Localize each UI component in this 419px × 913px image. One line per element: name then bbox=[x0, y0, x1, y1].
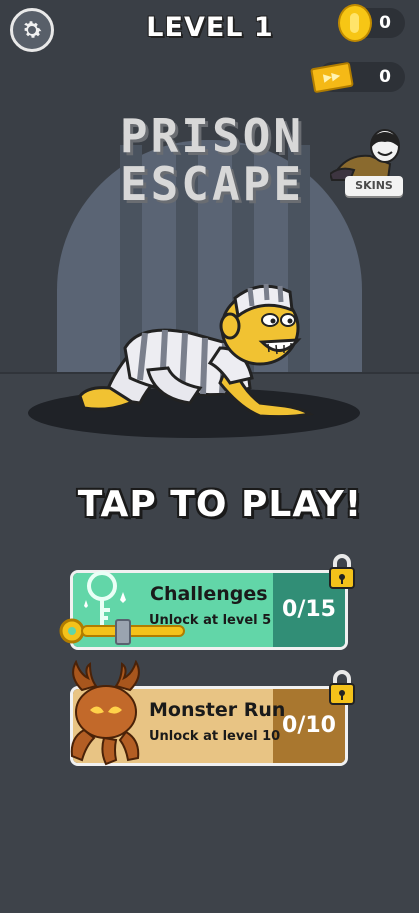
settings-button[interactable] bbox=[10, 8, 54, 52]
level-title: LEVEL 1 bbox=[146, 12, 274, 43]
skins-button[interactable]: SKINS bbox=[345, 176, 403, 196]
prisoner-character bbox=[78, 283, 315, 419]
ticket-icon: ▶▶ bbox=[310, 61, 354, 94]
logo-line-1: PRISON bbox=[119, 109, 305, 163]
lock-icon bbox=[329, 670, 355, 705]
key-icon bbox=[59, 571, 185, 645]
coin-icon bbox=[338, 4, 372, 42]
game-scene[interactable]: PRISON ESCAPE SKINS LEVEL 1 0 ▶▶ 0 TAP T… bbox=[0, 0, 419, 913]
game-logo: PRISON ESCAPE bbox=[92, 112, 332, 208]
tap-to-play-label[interactable]: TAP TO PLAY! bbox=[60, 484, 380, 525]
coin-count: 0 bbox=[379, 13, 391, 33]
gear-icon bbox=[24, 21, 42, 38]
monster-run-subtitle: Unlock at level 10 bbox=[149, 729, 281, 744]
lock-icon bbox=[329, 554, 355, 589]
skin-character[interactable] bbox=[330, 124, 410, 184]
logo-line-2: ESCAPE bbox=[119, 157, 305, 211]
ticket-count: 0 bbox=[379, 67, 391, 87]
coin-counter: 0 bbox=[338, 4, 405, 42]
ticket-counter: ▶▶ 0 bbox=[310, 61, 405, 94]
monster-run-title: Monster Run bbox=[149, 699, 286, 721]
monster-icon bbox=[70, 660, 140, 766]
